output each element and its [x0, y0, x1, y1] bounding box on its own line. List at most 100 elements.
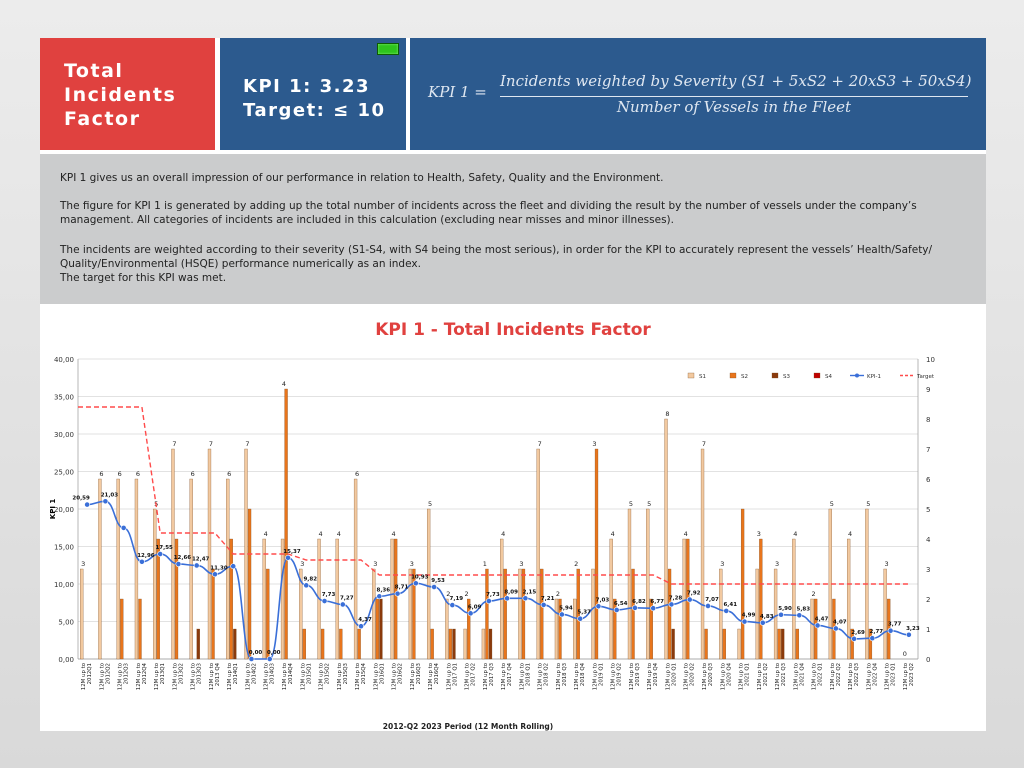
kpi-data-label: 20,59 [72, 496, 90, 502]
legend-label: S2 [741, 374, 748, 380]
x-tick-label: 12M up to2019 Q3 [629, 663, 641, 690]
kpi-data-label: 4,47 [815, 616, 829, 622]
kpi-point [376, 593, 383, 600]
kpi-point [686, 596, 693, 603]
x-tick-label: 12M up to2016Q3 [410, 663, 422, 690]
bar-s2 [722, 628, 726, 660]
bar-s1 [481, 628, 486, 660]
x-tick-label: 12M up to2012Q1 [81, 663, 93, 690]
kpi-point [285, 554, 291, 561]
x-tick-label: 12M up to2012Q3 [118, 663, 130, 690]
x-tick-label: 12M up to2018 Q1 [519, 663, 531, 690]
description-paragraph: The figure for KPI 1 is generated by add… [60, 200, 917, 226]
x-tick-label: 12M up to2016Q4 [428, 662, 440, 690]
y2-tick-label: 4 [926, 536, 931, 544]
kpi-point [175, 561, 182, 567]
bar-s1 [719, 568, 723, 660]
kpi-point [157, 551, 164, 557]
kpi-point [84, 501, 91, 508]
bar-s1 [372, 568, 376, 660]
kpi-point [394, 590, 401, 597]
bar-s1 [846, 538, 851, 660]
kpi-data-label: 7,92 [687, 591, 701, 597]
bar-s2 [430, 628, 434, 660]
y-tick-label: 40,00 [54, 356, 74, 364]
bar-count-label: 1 [483, 560, 487, 568]
bar-count-label: 3 [757, 530, 761, 538]
x-tick-label: 12M up to2021 Q1 [739, 663, 751, 690]
bar-s3 [781, 628, 785, 660]
y2-tick-label: 8 [926, 416, 930, 424]
bar-s2 [394, 538, 398, 660]
bar-s1 [171, 448, 175, 660]
legend-label: S4 [825, 374, 832, 380]
kpi-data-label: 4,83 [760, 614, 774, 620]
x-axis-title: 2012-Q2 2023 Period (12 Month Rolling) [383, 722, 553, 731]
kpi-name-title: Total Incidents Factor [64, 60, 177, 130]
kpi-point [303, 582, 310, 589]
kpi-point [723, 608, 730, 614]
x-tick-label: 12M up to2020 Q4 [720, 662, 732, 690]
kpi-data-label: 7,03 [596, 597, 610, 603]
kpi-data-label: 8,09 [504, 589, 518, 595]
bar-s1 [755, 568, 759, 660]
bar-s2 [266, 568, 270, 660]
bar-count-label: 4 [282, 380, 286, 388]
bar-count-label: 6 [118, 470, 122, 478]
kpi-point [832, 625, 839, 632]
bar-count-label: 7 [172, 440, 176, 448]
x-tick-label: 12M up to2013 Q4 [209, 662, 221, 690]
bar-count-label: 4 [611, 530, 615, 538]
kpi-data-label: 2,15 [523, 589, 537, 595]
bar-count-label: 5 [629, 500, 633, 508]
bar-count-label: 3 [373, 560, 377, 568]
bar-s1 [737, 628, 741, 660]
kpi-value-panel: KPI 1: 3.23 Target: ≤ 10 [220, 38, 406, 150]
bar-s1 [244, 448, 248, 660]
formula-panel: KPI 1 = Incidents weighted by Severity (… [410, 38, 986, 150]
kpi-chart: 0,005,0010,0015,0020,0025,0030,0035,0040… [49, 356, 935, 731]
kpi-point [412, 580, 419, 587]
y-tick-label: 0,00 [58, 656, 74, 664]
bar-s3 [233, 628, 237, 660]
bar-count-label: 6 [136, 470, 140, 478]
x-tick-label: 12M up to2014Q1 [227, 663, 239, 690]
bar-s3 [488, 628, 493, 660]
kpi-point [869, 635, 876, 642]
kpi-data-label: 7,73 [322, 592, 336, 598]
x-tick-label: 12M up to2020 Q3 [702, 663, 714, 690]
bar-s3 [671, 628, 675, 660]
bar-s2 [138, 598, 142, 660]
legend-swatch [687, 372, 695, 379]
bar-count-label: 6 [355, 470, 359, 478]
bar-s1 [426, 508, 431, 660]
x-tick-label: 12M up to2013Q2 [172, 663, 184, 690]
x-tick-label: 12M up to2023 Q1 [885, 663, 897, 690]
bar-count-label: 3 [885, 560, 889, 568]
bar-s2 [357, 628, 361, 660]
kpi-point [851, 635, 857, 642]
kpi-data-label: 6,82 [632, 599, 646, 605]
x-tick-label: 12M up to2014Q3 [264, 663, 276, 690]
x-tick-label: 12M up to2015Q3 [337, 663, 349, 690]
bar-s2 [320, 628, 325, 660]
kpi-point [595, 603, 602, 610]
bar-s2 [375, 598, 380, 660]
y2-tick-label: 1 [926, 626, 930, 634]
x-tick-label: 12M up to2019 Q2 [611, 663, 623, 690]
status-indicator-icon [377, 43, 399, 55]
bar-s1 [445, 598, 449, 660]
bar-count-label: 3 [720, 560, 724, 568]
bar-s2 [339, 628, 343, 660]
chart-title: KPI 1 - Total Incidents Factor [375, 320, 651, 340]
x-tick-label: 12M up to2016Q2 [392, 663, 404, 690]
kpi-point [668, 601, 675, 608]
x-tick-label: 12M up to2022 Q3 [848, 663, 860, 690]
x-tick-label: 12M up to2017 Q2 [465, 663, 477, 690]
bar-count-label: 3 [300, 560, 304, 568]
kpi-data-label: 21,03 [101, 492, 119, 498]
kpi-point [741, 618, 748, 625]
description-paragraph: KPI 1 gives us an overall impression of … [60, 172, 664, 184]
bar-count-label: 7 [209, 440, 213, 448]
bar-count-label: 3 [410, 560, 414, 568]
